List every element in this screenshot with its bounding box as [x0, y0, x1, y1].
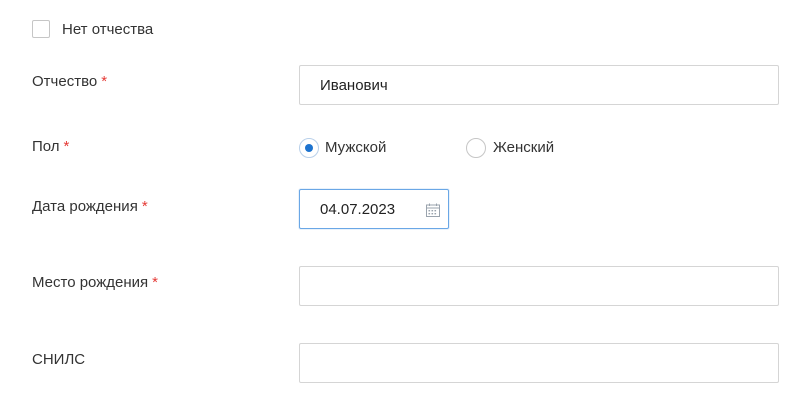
gender-male-label[interactable]: Мужской — [325, 138, 386, 158]
birth-place-label-row: Место рождения * — [32, 274, 158, 292]
gender-male-radio[interactable] — [299, 138, 319, 158]
birth-date-label: Дата рождения — [32, 198, 138, 215]
no-patronymic-label[interactable]: Нет отчества — [62, 21, 153, 39]
patronymic-input[interactable] — [299, 65, 779, 105]
no-patronymic-checkbox[interactable] — [32, 20, 50, 38]
birth-date-input[interactable]: 04.07.2023 — [299, 189, 449, 229]
gender-female-radio[interactable] — [466, 138, 486, 158]
calendar-icon[interactable] — [425, 202, 441, 218]
birth-place-label: Место рождения — [32, 274, 149, 291]
snils-label: СНИЛС — [32, 351, 86, 368]
gender-female-label[interactable]: Женский — [493, 138, 554, 158]
required-mark: * — [152, 274, 158, 291]
required-mark: * — [63, 138, 70, 155]
patronymic-label: Отчество — [32, 73, 98, 90]
birth-place-input[interactable] — [299, 266, 779, 306]
gender-label-row: Пол * — [32, 138, 69, 156]
required-mark: * — [101, 73, 108, 90]
gender-label: Пол — [32, 138, 60, 155]
patronymic-label-row: Отчество * — [32, 73, 107, 91]
snils-input[interactable] — [299, 343, 779, 383]
required-mark: * — [141, 198, 148, 215]
birth-date-label-row: Дата рождения * — [32, 198, 148, 216]
birth-date-value[interactable]: 04.07.2023 — [320, 201, 395, 219]
